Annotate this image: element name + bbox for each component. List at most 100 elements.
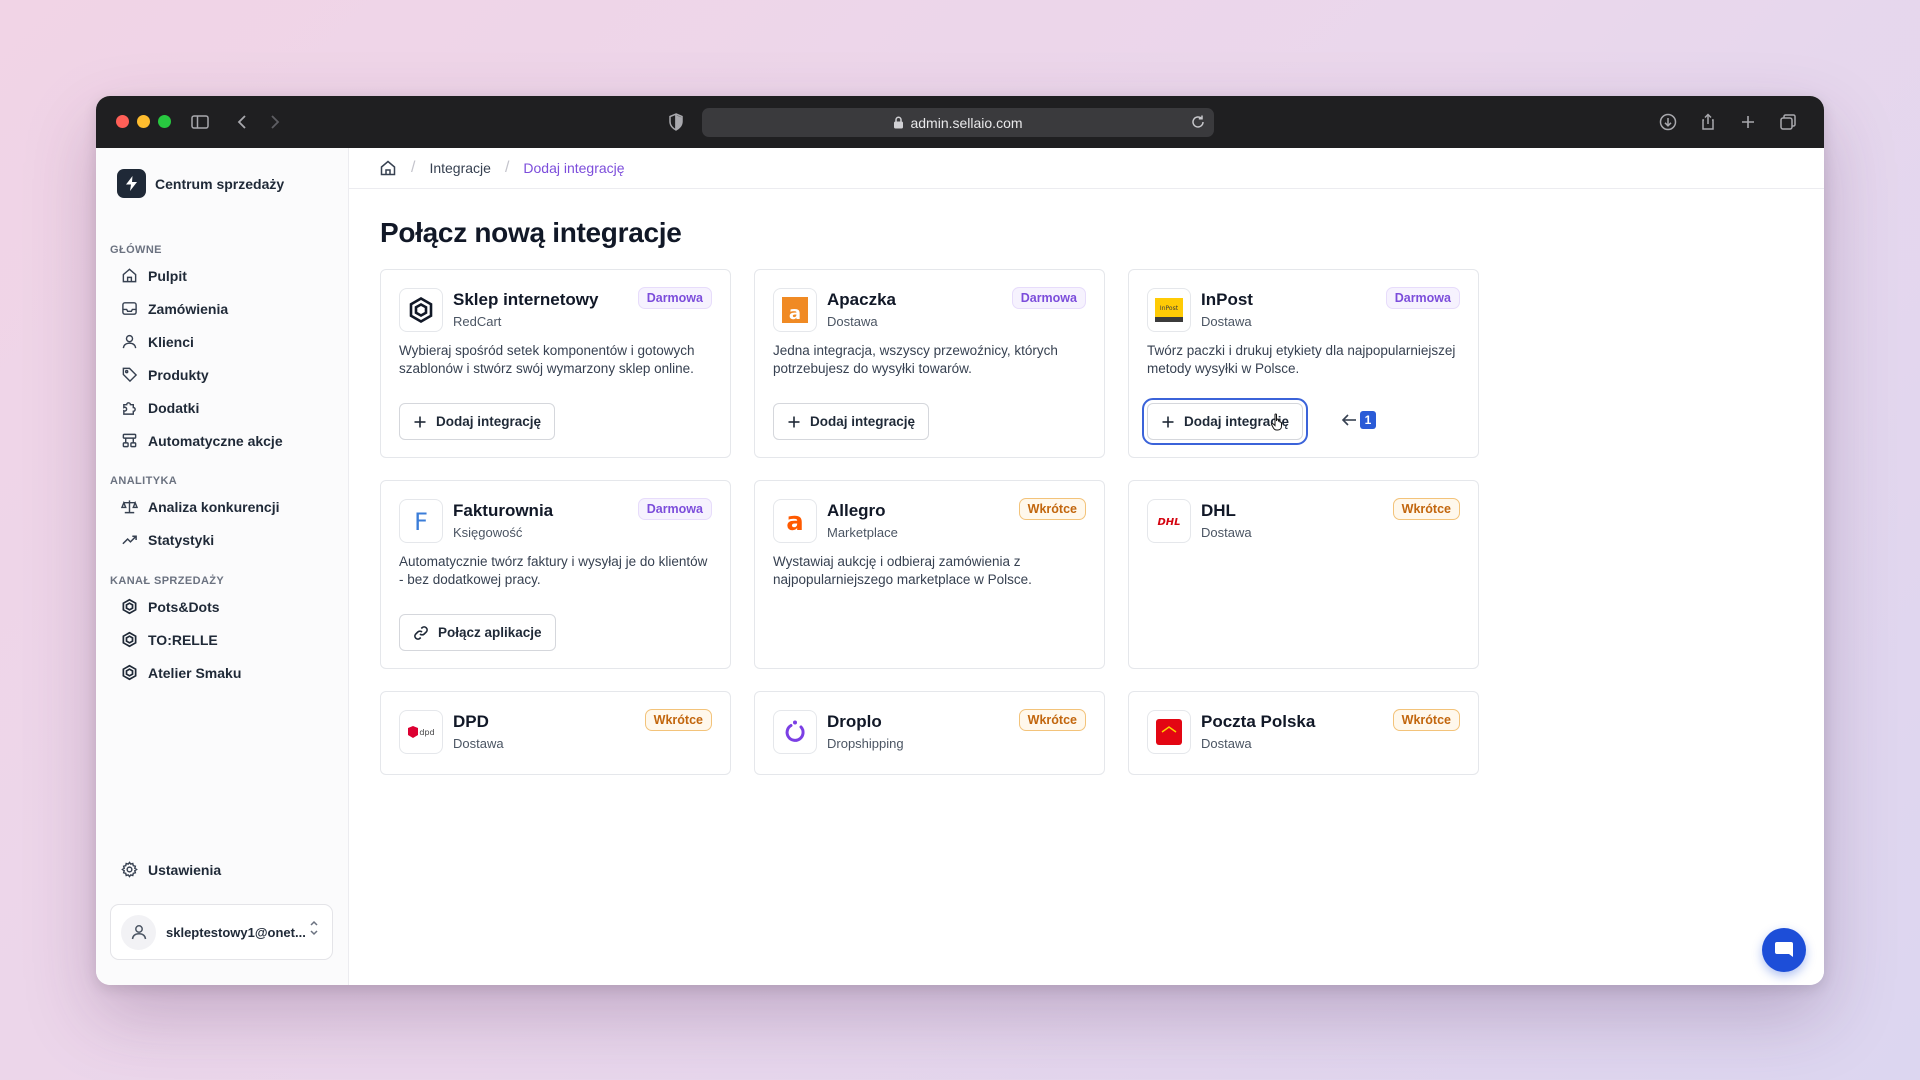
integrations-grid: Sklep internetowy RedCart Darmowa Wybier… xyxy=(380,269,1479,775)
sidebar-item-pulpit[interactable]: Pulpit xyxy=(110,259,283,292)
sidebar-item-label: TO:RELLE xyxy=(148,631,218,648)
tag-icon xyxy=(122,367,138,383)
address-bar[interactable]: admin.sellaio.com xyxy=(702,108,1214,137)
card-subtitle: Dropshipping xyxy=(827,736,904,751)
nav-section-glowne: GŁÓWNE Pulpit Zamówienia Klienci Produkt… xyxy=(110,241,283,457)
share-icon[interactable] xyxy=(1696,110,1720,134)
avatar xyxy=(121,914,156,950)
status-badge: Wkrótce xyxy=(1018,498,1086,520)
arrow-left-icon xyxy=(1341,414,1356,426)
sidebar-item-automatyczne-akcje[interactable]: Automatyczne akcje xyxy=(110,424,283,457)
gear-icon xyxy=(121,861,138,878)
tabs-overview-icon[interactable] xyxy=(1776,110,1800,134)
sidebar-item-label: Pots&Dots xyxy=(148,598,220,615)
back-icon[interactable] xyxy=(231,110,255,134)
sidebar-item-label: Zamówienia xyxy=(148,300,229,317)
sidebar-toggle-icon[interactable] xyxy=(188,110,212,134)
sidebar-item-analiza-konkurencji[interactable]: Analiza konkurencji xyxy=(110,490,279,523)
add-integration-button[interactable]: Dodaj integrację xyxy=(773,403,930,440)
main-content: / Integracje / Dodaj integrację Połącz n… xyxy=(349,148,1824,985)
sidebar-item-klienci[interactable]: Klienci xyxy=(110,325,283,358)
sidebar-item-label: Klienci xyxy=(148,333,194,350)
sidebar-item-atelier-smaku[interactable]: Atelier Smaku xyxy=(110,656,241,689)
card-title: Sklep internetowy xyxy=(453,290,599,309)
account-switcher[interactable]: skleptestowy1@onet... xyxy=(110,904,333,960)
reload-icon[interactable] xyxy=(1190,114,1206,130)
status-badge: Darmowa xyxy=(637,498,712,520)
link-icon xyxy=(414,625,428,640)
redcart-logo-icon xyxy=(399,288,443,332)
allegro-logo-icon: a xyxy=(773,499,817,543)
card-subtitle: Księgowość xyxy=(453,525,523,540)
chat-support-button[interactable] xyxy=(1762,928,1806,972)
nav-heading: GŁÓWNE xyxy=(110,244,162,256)
card-title: Droplo xyxy=(827,712,882,731)
chevron-up-down-icon xyxy=(310,920,318,936)
status-badge: Wkrótce xyxy=(1018,709,1086,731)
breadcrumb-current: Dodaj integrację xyxy=(523,160,625,176)
url-text: admin.sellaio.com xyxy=(910,114,1023,131)
nav-heading: KANAŁ SPRZEDAŻY xyxy=(110,575,225,587)
step-number-badge: 1 xyxy=(1360,411,1376,429)
scale-icon xyxy=(121,500,138,514)
browser-window: admin.sellaio.com Centrum sprzedaży GŁÓW… xyxy=(96,96,1824,985)
close-window-button[interactable] xyxy=(116,115,129,128)
sellaio-logo-icon xyxy=(117,169,146,198)
card-subtitle: Dostawa xyxy=(1201,525,1252,540)
connect-app-button[interactable]: Połącz aplikacje xyxy=(399,614,556,651)
integration-card-redcart: Sklep internetowy RedCart Darmowa Wybier… xyxy=(380,269,731,458)
inbox-icon xyxy=(122,302,137,315)
plus-icon xyxy=(788,416,800,427)
button-label: Dodaj integrację xyxy=(810,414,916,429)
minimize-window-button[interactable] xyxy=(137,115,150,128)
integration-card-apaczka: a Apaczka Dostawa Darmowa Jedna integrac… xyxy=(754,269,1105,458)
account-email: skleptestowy1@onet... xyxy=(166,924,306,940)
add-integration-button[interactable]: Dodaj integrację xyxy=(399,403,556,440)
new-tab-icon[interactable] xyxy=(1736,110,1760,134)
sidebar-item-dodatki[interactable]: Dodatki xyxy=(110,391,283,424)
home-icon[interactable] xyxy=(379,159,397,177)
card-description: Automatycznie twórz faktury i wysyłaj je… xyxy=(399,554,708,587)
privacy-shield-icon[interactable] xyxy=(664,110,688,134)
card-description: Wystawiaj aukcję i odbieraj zamówienia z… xyxy=(773,554,1032,587)
breadcrumb-item-integracje[interactable]: Integracje xyxy=(429,160,490,176)
integration-card-fakturownia: F Fakturownia Księgowość Darmowa Automat… xyxy=(380,480,731,669)
sidebar-item-statystyki[interactable]: Statystyki xyxy=(110,523,279,556)
user-icon xyxy=(122,334,137,349)
card-title: Allegro xyxy=(827,501,886,520)
page-title: Połącz nową integracje xyxy=(380,217,682,248)
sidebar-item-ustawienia[interactable]: Ustawienia xyxy=(121,861,221,878)
forward-icon[interactable] xyxy=(262,110,286,134)
download-icon[interactable] xyxy=(1656,110,1680,134)
integration-card-dhl: DHL DHL Dostawa Wkrótce xyxy=(1128,480,1479,669)
brand[interactable]: Centrum sprzedaży xyxy=(117,169,284,198)
sidebar-item-torelle[interactable]: TO:RELLE xyxy=(110,623,241,656)
sidebar-item-label: Produkty xyxy=(148,366,209,383)
sidebar-item-produkty[interactable]: Produkty xyxy=(110,358,283,391)
window-controls xyxy=(116,115,171,128)
integration-card-poczta-polska: Poczta Polska Dostawa Wkrótce xyxy=(1128,691,1479,775)
sidebar-item-label: Analiza konkurencji xyxy=(148,498,280,515)
maximize-window-button[interactable] xyxy=(158,115,171,128)
status-badge: Wkrótce xyxy=(644,709,712,731)
puzzle-icon xyxy=(123,402,136,415)
card-description: Wybieraj spośród setek komponentów i got… xyxy=(399,343,695,376)
sidebar-item-zamowienia[interactable]: Zamówienia xyxy=(110,292,283,325)
brand-name: Centrum sprzedaży xyxy=(155,175,285,192)
browser-toolbar: admin.sellaio.com xyxy=(96,96,1824,148)
store-hexagon-icon xyxy=(122,598,137,615)
status-badge: Darmowa xyxy=(1011,287,1086,309)
svg-text:DHL: DHL xyxy=(1157,517,1180,527)
status-badge: Wkrótce xyxy=(1392,498,1460,520)
nav-heading: ANALITYKA xyxy=(110,475,178,487)
dpd-logo-icon: dpd xyxy=(399,710,443,754)
sidebar-item-label: Atelier Smaku xyxy=(148,664,242,681)
card-title: Apaczka xyxy=(827,290,896,309)
sidebar-item-pots-dots[interactable]: Pots&Dots xyxy=(110,590,241,623)
card-description: Jedna integracja, wszyscy przewoźnicy, k… xyxy=(773,343,1058,376)
integration-card-dpd: dpd DPD Dostawa Wkrótce xyxy=(380,691,731,775)
integration-card-inpost: InPost InPost Dostawa Darmowa Twórz pacz… xyxy=(1128,269,1479,458)
store-hexagon-icon xyxy=(122,664,137,681)
button-label: Dodaj integrację xyxy=(436,414,542,429)
breadcrumb: / Integracje / Dodaj integrację xyxy=(349,148,1824,189)
